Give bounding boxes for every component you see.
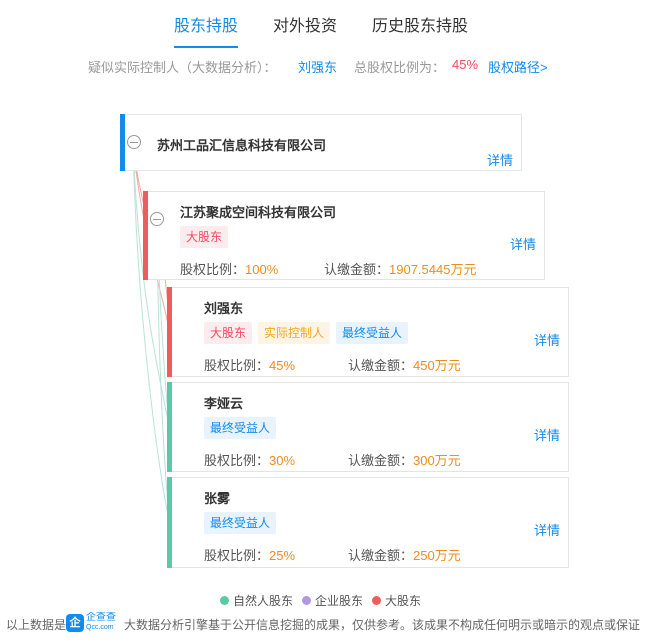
legend-item-major: 大股东 [372, 592, 421, 609]
legend-label: 企业股东 [315, 594, 364, 608]
tab-shareholders[interactable]: 股东持股 [174, 16, 239, 48]
ratio-row: 股权比例：100% [180, 259, 278, 278]
amount-row: 认缴金额：1907.5445万元 [324, 259, 476, 278]
amount-row: 认缴金额：300万元 [348, 450, 461, 469]
legend-dot [220, 596, 229, 605]
collapse-icon[interactable] [150, 212, 164, 226]
ratio-value: 100% [245, 262, 279, 277]
controller-label: 疑似实际控制人（大数据分析）： [88, 60, 277, 75]
ratio-value: 25% [269, 548, 296, 563]
amount-label: 认缴金额： [348, 358, 414, 373]
qcc-logo: 企 企查查 Qcc.com [66, 613, 116, 633]
shareholder-tags: 最终受益人 [204, 417, 277, 439]
ratio-row: 股权比例：30% [204, 450, 295, 469]
ratio-label: 股权比例： [204, 548, 270, 563]
shareholder-name: 刘强东 [204, 301, 244, 316]
shareholder-name: 李娅云 [204, 396, 244, 411]
amount-value: 1907.5445万元 [389, 262, 477, 277]
detail-link[interactable]: 详情 [534, 425, 560, 444]
shareholder-color-bar [167, 287, 172, 377]
legend-item-natural-person: 自然人股东 [220, 592, 293, 609]
shareholder-name: 江苏聚成空间科技有限公司 [180, 205, 337, 220]
legend-label: 自然人股东 [233, 594, 294, 608]
qcc-logo-text: 企查查 Qcc.com [86, 613, 116, 633]
tag-ultimate-beneficiary: 最终受益人 [336, 322, 409, 344]
legend-dot [372, 596, 381, 605]
detail-link[interactable]: 详情 [534, 520, 560, 539]
shareholder-color-bar [167, 382, 172, 472]
detail-link[interactable]: 详情 [534, 330, 560, 349]
root-detail-link[interactable]: 详情 [487, 150, 513, 169]
root-color-bar [120, 114, 125, 171]
shareholder-tags: 最终受益人 [204, 512, 277, 534]
amount-row: 认缴金额：450万元 [348, 355, 461, 374]
root-company-card[interactable]: 苏州工品汇信息科技有限公司 详情 [120, 114, 522, 171]
shareholder-card[interactable]: 张雾 最终受益人 股权比例：25% 认缴金额：250万元 详情 [167, 477, 569, 568]
ratio-label: 股权比例： [204, 453, 270, 468]
shareholder-tags: 大股东 实际控制人 最终受益人 [204, 322, 409, 344]
tag-ultimate-beneficiary: 最终受益人 [204, 417, 277, 439]
amount-label: 认缴金额： [324, 262, 390, 277]
legend-item-company: 企业股东 [302, 592, 363, 609]
amount-label: 认缴金额： [348, 548, 414, 563]
tag-major-shareholder: 大股东 [204, 322, 253, 344]
shareholder-card[interactable]: 李娅云 最终受益人 股权比例：30% 认缴金额：300万元 详情 [167, 382, 569, 472]
root-company-name: 苏州工品汇信息科技有限公司 [157, 138, 327, 153]
legend-label: 大股东 [385, 594, 422, 608]
tag-ultimate-beneficiary: 最终受益人 [204, 512, 277, 534]
legend-dot [302, 596, 311, 605]
qcc-logo-icon: 企 [66, 614, 84, 632]
tab-investments[interactable]: 对外投资 [273, 16, 337, 46]
tab-history-shareholders[interactable]: 历史股东持股 [372, 16, 468, 46]
ratio-value: 45% [269, 358, 296, 373]
controller-name-link[interactable]: 刘强东 [298, 57, 337, 76]
shareholder-tags: 大股东 [180, 226, 229, 248]
shareholder-card[interactable]: 刘强东 大股东 实际控制人 最终受益人 股权比例：45% 认缴金额：450万元 … [167, 287, 569, 377]
ratio-row: 股权比例：45% [204, 355, 295, 374]
amount-row: 认缴金额：250万元 [348, 545, 461, 564]
amount-value: 450万元 [413, 358, 461, 373]
shareholder-color-bar [167, 477, 172, 568]
shareholder-name: 张雾 [204, 491, 231, 506]
ratio-label: 总股权比例为： [354, 60, 446, 75]
amount-value: 250万元 [413, 548, 461, 563]
amount-label: 认缴金额： [348, 453, 414, 468]
shareholder-color-bar [143, 191, 148, 280]
disclaimer-text: 大数据分析引擎基于公开信息挖掘的成果，仅供参考。该成果不构成任何明示或暗示的观点… [124, 618, 641, 632]
qcc-logo-sub: Qcc.com [86, 624, 114, 631]
tag-actual-controller: 实际控制人 [258, 322, 331, 344]
tab-bar: 股东持股 对外投资 历史股东持股 [0, 16, 646, 48]
tag-major-shareholder: 大股东 [180, 226, 229, 248]
disclaimer-prefix: 以上数据是 [6, 618, 67, 632]
detail-link[interactable]: 详情 [510, 234, 536, 253]
equity-path-link[interactable]: 股权路径> [488, 57, 548, 76]
shareholder-card[interactable]: 江苏聚成空间科技有限公司 大股东 股权比例：100% 认缴金额：1907.544… [143, 191, 545, 280]
amount-value: 300万元 [413, 453, 461, 468]
disclaimer: 以上数据是 企 企查查 Qcc.com 大数据分析引擎基于公开信息挖掘的成果，仅… [0, 612, 646, 636]
ratio-row: 股权比例：25% [204, 545, 295, 564]
ratio-label: 股权比例： [204, 358, 270, 373]
collapse-icon[interactable] [127, 135, 141, 149]
qcc-logo-name: 企查查 [86, 612, 116, 623]
ratio-value: 45% [452, 57, 479, 72]
ratio-value: 30% [269, 453, 296, 468]
ratio-label: 股权比例： [180, 262, 246, 277]
